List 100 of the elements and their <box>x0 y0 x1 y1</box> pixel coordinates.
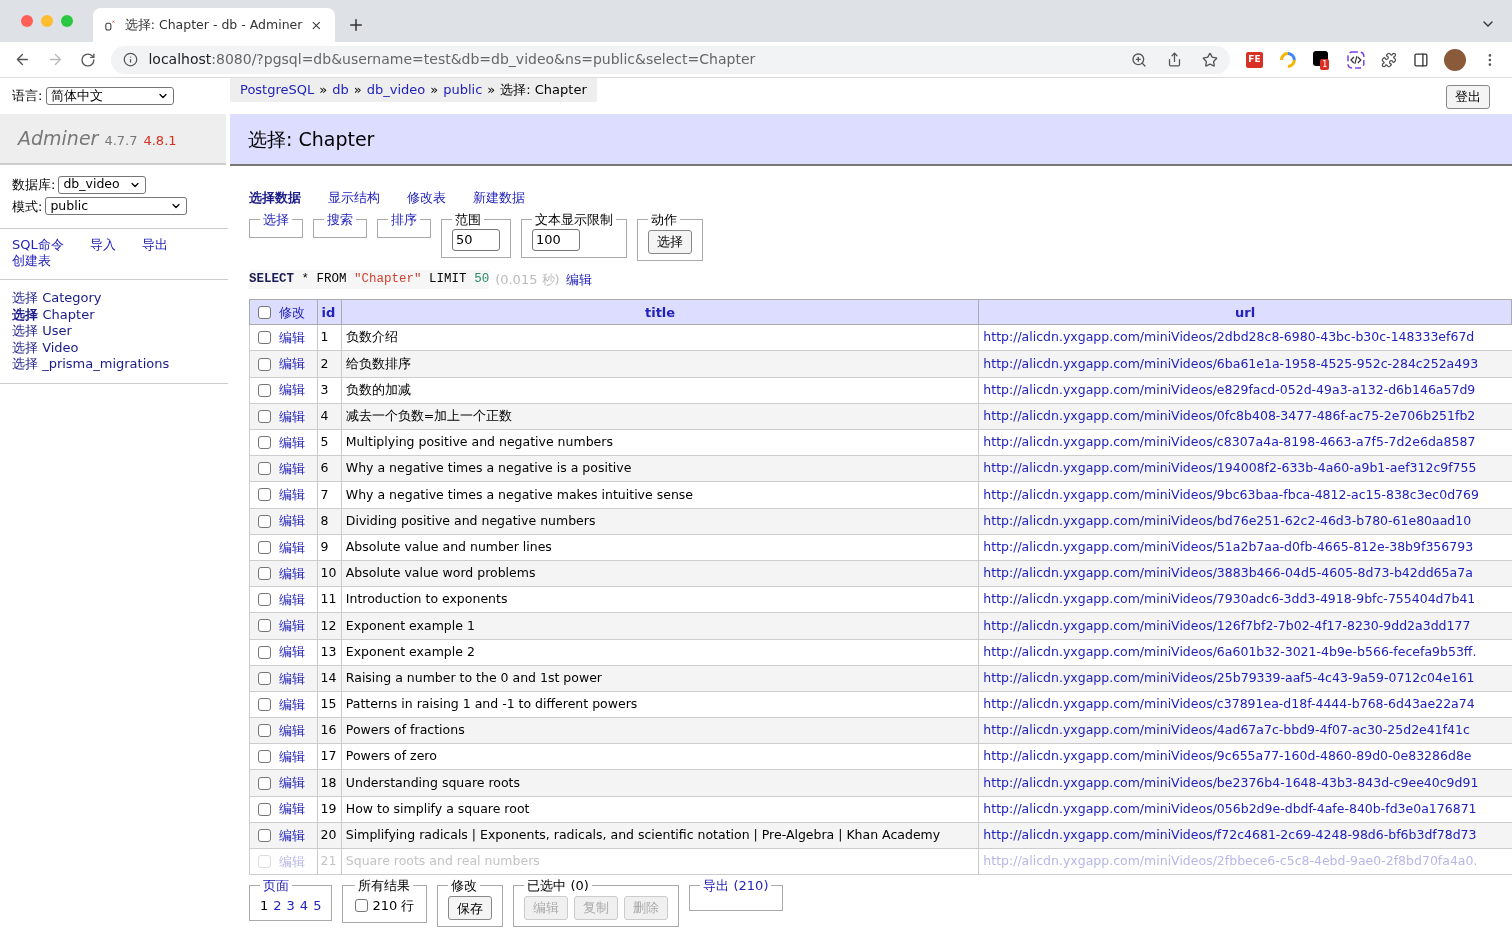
page-link[interactable]: 2 <box>273 895 282 916</box>
breadcrumb-link[interactable]: PostgreSQL <box>240 80 315 100</box>
table-cell: 负数介绍 <box>341 324 979 351</box>
checkbox[interactable] <box>258 724 271 738</box>
breadcrumb-link[interactable]: db_video <box>366 80 426 100</box>
table-cell: 7 <box>317 481 342 509</box>
checkbox[interactable] <box>258 383 271 397</box>
checkbox[interactable] <box>258 776 271 790</box>
checkbox[interactable] <box>355 898 369 912</box>
table-cell: 20 <box>317 822 342 849</box>
edit-query-link[interactable]: 编辑 <box>565 269 592 290</box>
menu-link[interactable]: 修改表 <box>407 188 446 208</box>
fieldset-legend[interactable]: 页面 <box>260 876 292 896</box>
code-icon[interactable] <box>1346 50 1365 69</box>
sidebar-link[interactable]: SQL命令 <box>12 237 64 253</box>
table-cell: Understanding square roots <box>341 769 979 797</box>
breadcrumb-link[interactable]: db <box>332 80 349 100</box>
breadcrumb-link[interactable]: public <box>443 80 483 100</box>
database-select[interactable]: db_video <box>58 175 147 194</box>
zoom-icon[interactable] <box>1130 51 1147 68</box>
checkbox[interactable] <box>258 593 271 607</box>
checkbox[interactable] <box>258 357 271 371</box>
text-field[interactable]: 100 <box>532 229 580 251</box>
extensions-icon[interactable] <box>1380 51 1397 68</box>
page-link[interactable]: 3 <box>286 895 295 916</box>
checkbox[interactable] <box>258 540 271 554</box>
address-bar[interactable]: localhost:8080/?pgsql=db&username=test&db=db_video&ns=public&select=Chapter <box>111 45 1230 74</box>
table-link[interactable]: 选择 Chapter <box>12 306 216 323</box>
sidebar-link[interactable]: 导入 <box>89 237 116 253</box>
table-cell: Powers of zero <box>341 743 979 770</box>
table-cell: 11 <box>317 586 342 613</box>
checkbox[interactable] <box>258 697 271 711</box>
info-icon[interactable] <box>123 52 139 67</box>
side-panel-icon[interactable] <box>1412 51 1429 68</box>
badge: 1 <box>1320 58 1330 70</box>
fieldset-legend: 动作 <box>648 209 680 229</box>
table-link[interactable]: 选择 Category <box>12 290 216 307</box>
table-cell: 19 <box>317 796 342 823</box>
sidebar-link[interactable]: 导出 <box>141 237 168 253</box>
schema-select[interactable]: public <box>45 197 188 216</box>
share-icon[interactable] <box>1166 52 1182 67</box>
reload-icon[interactable] <box>79 51 96 68</box>
table-link[interactable]: 选择 User <box>12 323 216 340</box>
checkbox[interactable] <box>258 802 271 816</box>
menu-link[interactable]: 新建数据 <box>473 188 525 208</box>
table-cell: 13 <box>317 639 342 666</box>
fieldset-legend: 范围 <box>452 209 484 229</box>
breadcrumb-current: 选择: Chapter <box>500 81 587 100</box>
checkbox[interactable] <box>258 828 271 842</box>
app-name[interactable]: Adminer <box>18 124 99 153</box>
avatar[interactable] <box>1444 48 1467 71</box>
menu-link[interactable]: 显示结构 <box>328 188 380 208</box>
version: 4.7.7 <box>104 131 138 150</box>
select-button[interactable]: 选择 <box>648 229 692 254</box>
extension-icon[interactable]: FE <box>1245 51 1264 68</box>
menu-link[interactable]: 选择数据 <box>249 188 301 208</box>
table-cell: 减去一个负数=加上一个正数 <box>341 403 979 430</box>
column-header[interactable]: title <box>341 299 979 325</box>
checkbox[interactable] <box>258 514 271 528</box>
checkbox[interactable] <box>258 645 271 659</box>
bookmark-icon[interactable] <box>1201 51 1218 68</box>
checkbox[interactable] <box>258 409 271 423</box>
table-cell: Absolute value and number lines <box>341 534 979 561</box>
breadcrumb-separator: » <box>487 81 496 100</box>
breadcrumb-separator: » <box>319 81 328 100</box>
checkbox[interactable] <box>258 567 271 581</box>
page-link[interactable]: 4 <box>299 895 309 916</box>
checkbox[interactable] <box>258 488 271 502</box>
page-link[interactable]: 5 <box>313 895 322 916</box>
table-cell: Simplifying radicals | Exponents, radicals, and scientific notation | Pre-Algebra | Khan Academy <box>341 822 979 849</box>
checkbox[interactable] <box>258 750 271 764</box>
table-cell: 给负数排序 <box>341 350 979 378</box>
table-cell: 18 <box>317 769 342 797</box>
page-title: 选择: Chapter <box>248 126 375 152</box>
sidebar-link[interactable]: 创建表 <box>12 253 51 269</box>
table-cell: Absolute value word problems <box>341 560 979 587</box>
page-link[interactable]: 1 <box>260 895 269 916</box>
text-field[interactable]: 50 <box>452 229 500 251</box>
checkbox[interactable] <box>258 671 271 685</box>
table-link[interactable]: 选择 _prisma_migrations <box>12 356 216 373</box>
checkbox[interactable] <box>258 331 271 345</box>
checkbox[interactable] <box>258 436 271 450</box>
checkbox[interactable] <box>258 619 271 633</box>
browser-tab[interactable]: 选择: Chapter - db - Adminer <box>93 8 335 42</box>
checkbox[interactable] <box>258 462 271 476</box>
new-version[interactable]: 4.8.1 <box>143 130 177 151</box>
table-cell: 3 <box>317 377 342 404</box>
ring-icon[interactable] <box>1279 50 1298 69</box>
table-cell: Why a negative times a negative makes intuitive sense <box>341 481 979 509</box>
save-button[interactable]: 保存 <box>448 896 493 921</box>
close-window-icon[interactable] <box>21 15 33 27</box>
column-header[interactable]: id <box>317 299 342 325</box>
back-icon[interactable] <box>14 51 31 68</box>
table-link[interactable]: 选择 Video <box>12 339 216 356</box>
language-select[interactable]: 简体中文 <box>46 87 175 105</box>
table-cell: 负数的加减 <box>341 377 979 404</box>
logout-button[interactable]: 登出 <box>1446 85 1490 109</box>
column-header[interactable]: url <box>978 299 1512 325</box>
new-tab-icon[interactable] <box>347 16 365 34</box>
checkbox[interactable] <box>258 305 271 319</box>
